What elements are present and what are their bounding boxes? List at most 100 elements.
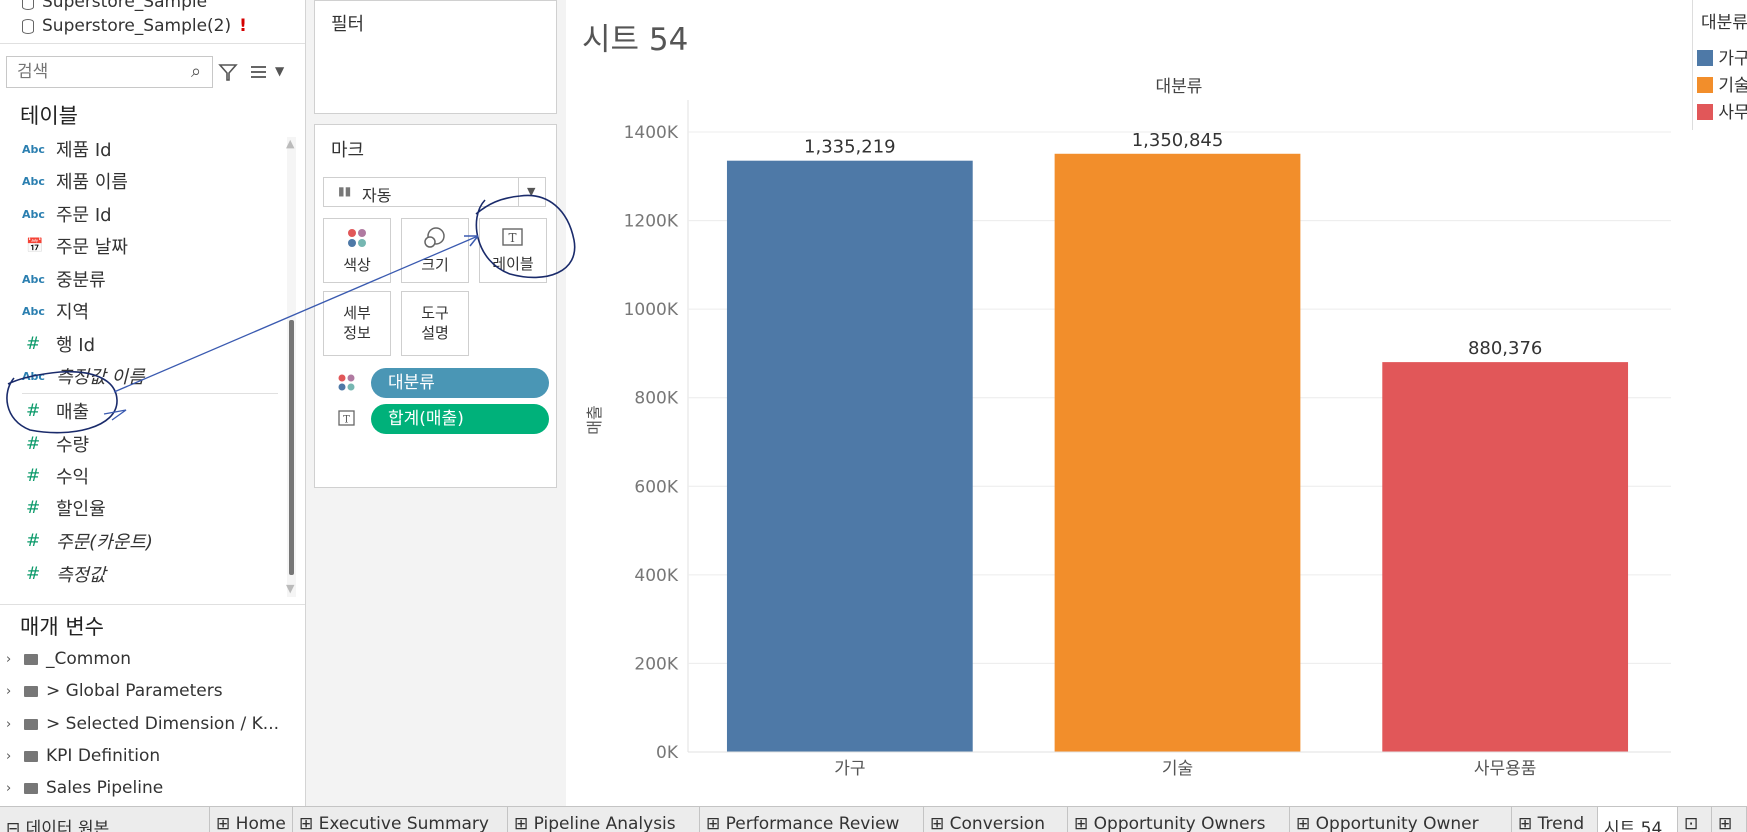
data-label: 880,376	[1468, 338, 1542, 359]
tab-data-source[interactable]: ⊟ 데이터 원본	[0, 807, 210, 832]
datasource-name: Superstore_Sample(2)	[42, 16, 232, 36]
field-label: 주문(카운트)	[56, 532, 153, 553]
y-tick-label: 1200K	[624, 212, 679, 232]
field-item[interactable]: Abc 제품 Id	[22, 135, 112, 163]
field-item[interactable]: # 주문(카운트)	[22, 527, 153, 555]
scrollbar-thumb[interactable]	[289, 320, 294, 575]
field-label: 매출	[56, 402, 90, 423]
field-label: 수량	[56, 435, 90, 456]
worksheet-icon: ⊞	[216, 814, 236, 832]
field-item[interactable]: Abc 제품 이름	[22, 167, 128, 195]
field-item[interactable]: # 할인율	[22, 494, 106, 522]
text-icon: T	[338, 410, 355, 426]
chevron-right-icon[interactable]: ›	[6, 684, 16, 699]
folder-item[interactable]: › Sales Pipeline	[6, 778, 163, 798]
field-item[interactable]: Abc 주문 Id	[22, 200, 112, 228]
datasource-item[interactable]: Superstore_Sample	[22, 0, 207, 12]
legend-title: 대분류	[1701, 13, 1747, 33]
number-type-icon: #	[26, 401, 41, 421]
search-input[interactable]	[15, 57, 189, 87]
tooltip-button[interactable]: 도구 설명	[401, 291, 469, 356]
field-label: 할인율	[56, 499, 106, 520]
field-item[interactable]: Abc 측정값 이름	[22, 362, 145, 390]
folder-item[interactable]: › > Global Parameters	[6, 681, 223, 701]
svg-text:T: T	[508, 231, 516, 245]
legend-item[interactable]: 가구	[1697, 44, 1747, 69]
number-type-icon: #	[26, 434, 41, 454]
y-tick-label: 1400K	[624, 123, 679, 143]
folder-item[interactable]: › _Common	[6, 649, 131, 669]
search-box[interactable]: ⌕	[6, 56, 213, 88]
tab-label: Opportunity Owner	[1315, 814, 1479, 832]
y-tick-label: 400K	[634, 566, 678, 586]
mark-type-label: 자동	[362, 186, 392, 205]
divider	[0, 43, 305, 44]
tab-home[interactable]: ⊞ Home	[210, 807, 293, 832]
tab-conversion[interactable]: ⊞ Conversion	[924, 807, 1068, 832]
new-dashboard-tab[interactable]: ⊡	[1678, 807, 1712, 832]
field-item[interactable]: # 행 Id	[22, 330, 95, 358]
svg-text:T: T	[343, 415, 350, 426]
field-item[interactable]: # 수익	[22, 462, 89, 490]
label-button[interactable]: T 레이블	[479, 218, 547, 283]
tab-opportunity-owner[interactable]: ⊞ Opportunity Owner	[1290, 807, 1512, 832]
field-item[interactable]: # 수량	[22, 430, 89, 458]
new-worksheet-tab[interactable]: ⊞	[1712, 807, 1747, 832]
worksheet-icon: ⊞	[1518, 814, 1538, 832]
legend-label: 사무용품	[1718, 103, 1747, 123]
tab-trend[interactable]: ⊞ Trend	[1512, 807, 1598, 832]
label-label: 레이블	[492, 255, 534, 273]
tab-sheet-54[interactable]: 시트 54	[1598, 807, 1678, 832]
tab-pipeline-analysis[interactable]: ⊞ Pipeline Analysis	[508, 807, 700, 832]
folder-item[interactable]: › > Selected Dimension / K...	[6, 714, 279, 734]
scroll-down-icon[interactable]: ▼	[286, 582, 294, 595]
field-label: 측정값 이름	[56, 367, 145, 388]
new-dashboard-icon: ⊡	[1684, 814, 1699, 832]
filters-card[interactable]: 필터	[314, 0, 557, 114]
divider	[0, 604, 305, 605]
detail-button[interactable]: 세부 정보	[323, 291, 391, 356]
tab-label: Pipeline Analysis	[533, 814, 676, 832]
folder-icon	[24, 718, 38, 730]
color-pill[interactable]: 대분류	[371, 368, 549, 398]
folder-icon	[24, 653, 38, 665]
bar-chart-icon: ▮▮	[338, 184, 352, 198]
filter-icon[interactable]	[218, 62, 238, 82]
field-item[interactable]: Abc 중분류	[22, 265, 106, 293]
chevron-right-icon[interactable]: ›	[6, 652, 16, 667]
worksheet-icon: ⊞	[1074, 814, 1094, 832]
search-icon[interactable]: ⌕	[191, 61, 201, 82]
tab-performance-review[interactable]: ⊞ Performance Review	[700, 807, 924, 832]
y-tick-label: 200K	[634, 654, 678, 674]
string-type-icon: Abc	[22, 304, 45, 318]
field-item[interactable]: 📅 주문 날짜	[22, 232, 128, 260]
size-button[interactable]: 크기	[401, 218, 469, 283]
string-type-icon: Abc	[22, 272, 45, 286]
warning-indicator: !	[239, 16, 247, 36]
folder-label: KPI Definition	[46, 746, 161, 766]
scroll-up-icon[interactable]: ▲	[286, 137, 294, 150]
tab-executive-summary[interactable]: ⊞ Executive Summary	[293, 807, 508, 832]
view-list-icon[interactable]	[250, 64, 268, 80]
label-pill[interactable]: 합계(매출)	[371, 404, 549, 434]
parameters-header: 매개 변수	[20, 615, 104, 639]
legend-item[interactable]: 사무용품	[1697, 98, 1747, 123]
chevron-down-icon[interactable]: ▼	[275, 64, 284, 78]
text-icon: T	[502, 228, 523, 246]
color-button[interactable]: 색상	[323, 218, 391, 283]
field-item[interactable]: Abc 지역	[22, 297, 89, 325]
tab-opportunity-owners[interactable]: ⊞ Opportunity Owners	[1068, 807, 1290, 832]
datasource-item[interactable]: Superstore_Sample(2) !	[22, 16, 247, 36]
legend-item[interactable]: 기술	[1697, 71, 1747, 96]
x-tick-label: 사무용품	[1474, 759, 1537, 779]
chevron-right-icon[interactable]: ›	[6, 781, 16, 796]
string-type-icon: Abc	[22, 142, 45, 156]
field-item[interactable]: # 측정값	[22, 560, 106, 588]
chevron-right-icon[interactable]: ›	[6, 717, 16, 732]
folder-item[interactable]: › KPI Definition	[6, 746, 160, 766]
mark-type-dropdown[interactable]: ▮▮ 자동 ▼	[323, 177, 546, 207]
tooltip-label: 설명	[421, 324, 449, 342]
chevron-right-icon[interactable]: ›	[6, 749, 16, 764]
chart-header: 대분류	[1156, 77, 1203, 97]
field-item[interactable]: # 매출	[22, 397, 89, 425]
